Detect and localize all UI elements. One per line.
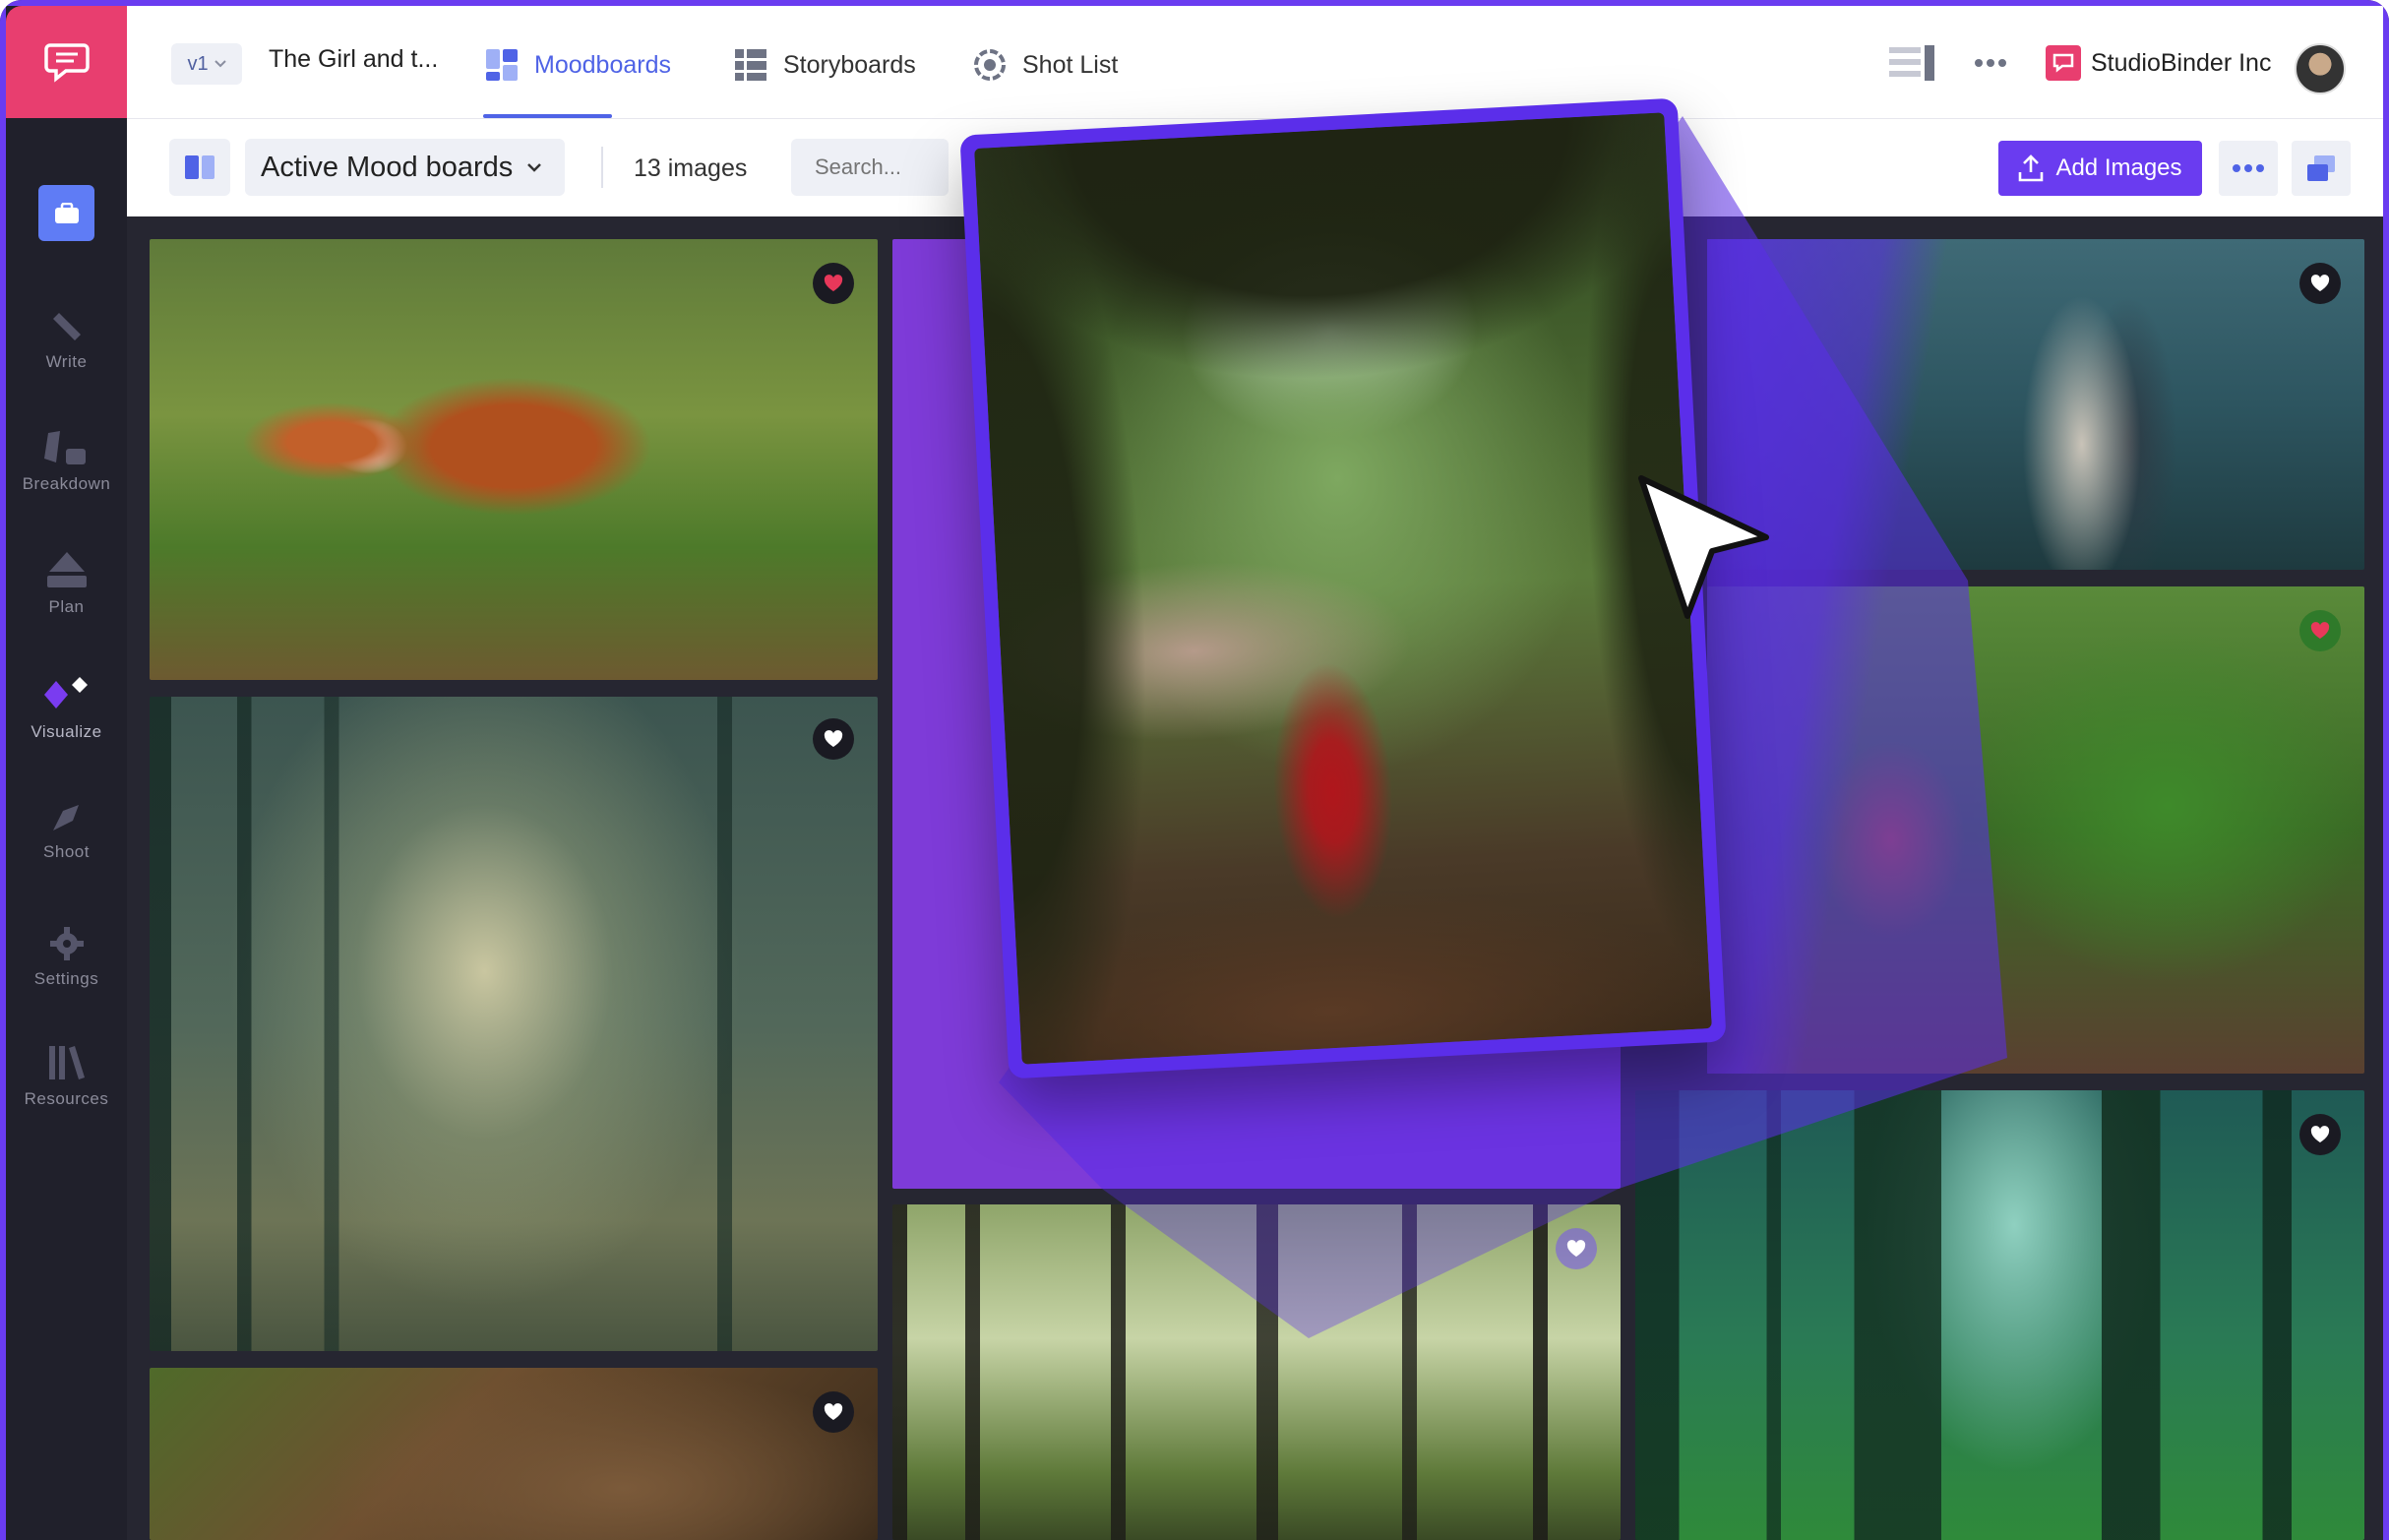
sidebar-item-label: Plan xyxy=(48,597,85,616)
heart-icon xyxy=(2310,622,2330,639)
toolbar-more-button[interactable] xyxy=(2219,141,2278,196)
shoot-icon xyxy=(52,805,79,831)
org-logo-icon xyxy=(2046,45,2081,81)
projects-button[interactable] xyxy=(38,185,94,241)
pen-icon xyxy=(52,313,81,340)
tab-moodboards[interactable]: Moodboards xyxy=(485,41,671,89)
sidebar-item-plan[interactable]: Plan xyxy=(6,552,127,650)
app-window: Write Breakdown Plan Visualize Shoot Set… xyxy=(0,0,2389,1540)
favorite-button[interactable] xyxy=(2299,1114,2341,1155)
plan-icon xyxy=(46,552,87,587)
favorite-button[interactable] xyxy=(813,1391,854,1433)
panel-toggle-button[interactable] xyxy=(1889,45,1936,86)
image-girl-in-red-cloak xyxy=(974,112,1712,1065)
sidebar-item-label: Resources xyxy=(24,1089,109,1108)
version-label: v1 xyxy=(187,52,209,75)
more-horizontal-icon xyxy=(2233,164,2264,172)
top-bar: v1 The Girl and t... Moodboards Storyboa… xyxy=(127,6,2383,119)
organization-switcher[interactable]: StudioBinder Inc xyxy=(2046,41,2271,85)
resources-icon xyxy=(48,1046,85,1079)
panel-layout-icon xyxy=(1889,45,1934,81)
heart-icon xyxy=(824,1403,843,1420)
gear-icon xyxy=(49,927,84,960)
sidebar-item-label: Shoot xyxy=(43,842,90,861)
sidebar-item-label: Write xyxy=(45,352,88,371)
version-select[interactable]: v1 xyxy=(171,43,242,85)
breakdown-icon xyxy=(43,431,86,464)
sidebar-item-label: Visualize xyxy=(31,722,102,741)
heart-icon xyxy=(824,730,843,747)
shot-list-icon xyxy=(974,49,1006,81)
image-count: 13 images xyxy=(634,154,748,182)
tab-label: Storyboards xyxy=(783,50,916,79)
moodboard-select-value: Active Mood boards xyxy=(261,151,514,183)
sidebar-item-settings[interactable]: Settings xyxy=(6,926,127,1024)
tree-frame xyxy=(974,112,1712,1065)
upload-icon xyxy=(2019,154,2044,182)
sidebar-item-label: Settings xyxy=(33,969,99,988)
favorite-button[interactable] xyxy=(1556,1228,1597,1269)
sidebar-item-write[interactable]: Write xyxy=(6,311,127,409)
tab-label: Moodboards xyxy=(534,50,671,79)
favorite-button[interactable] xyxy=(813,718,854,760)
sidebar-item-resources[interactable]: Resources xyxy=(6,1044,127,1142)
add-images-label: Add Images xyxy=(2055,154,2182,181)
favorite-button[interactable] xyxy=(2299,610,2341,651)
chevron-down-icon xyxy=(214,60,226,68)
storyboards-icon xyxy=(735,49,766,81)
active-tab-indicator xyxy=(483,114,612,118)
dragged-image-card[interactable] xyxy=(959,97,1727,1079)
studiobinder-logo[interactable] xyxy=(6,6,127,118)
tab-storyboards[interactable]: Storyboards xyxy=(734,41,916,89)
heart-icon xyxy=(1566,1240,1586,1257)
present-button[interactable] xyxy=(2292,141,2351,196)
more-horizontal-icon xyxy=(1975,59,2006,67)
image-forest-trees[interactable] xyxy=(892,1204,1621,1540)
present-icon xyxy=(2307,155,2335,181)
chevron-down-icon xyxy=(527,163,542,172)
project-title[interactable]: The Girl and t... xyxy=(269,45,438,74)
org-name: StudioBinder Inc xyxy=(2091,48,2272,77)
sidebar-toggle-button[interactable] xyxy=(169,139,230,196)
image-green-forest[interactable] xyxy=(1635,1090,2364,1540)
image-fox-in-grass[interactable] xyxy=(150,239,878,680)
sidebar-item-visualize[interactable]: Visualize xyxy=(6,675,127,773)
moodboard-select[interactable]: Active Mood boards xyxy=(245,139,565,196)
toolbar-divider xyxy=(601,147,603,188)
heart-icon xyxy=(2310,275,2330,291)
search-input[interactable] xyxy=(791,139,949,196)
tab-shot-list[interactable]: Shot List xyxy=(973,41,1118,89)
image-women-in-forest[interactable] xyxy=(1707,239,2364,570)
sidebar-item-breakdown[interactable]: Breakdown xyxy=(6,429,127,527)
mouse-cursor-icon xyxy=(1638,475,1769,619)
avatar[interactable] xyxy=(2295,43,2346,94)
chat-logo-icon xyxy=(43,43,90,83)
moodboards-icon xyxy=(486,49,518,81)
image-foggy-forest[interactable] xyxy=(150,697,878,1351)
more-options-button[interactable] xyxy=(1974,55,2007,73)
add-images-button[interactable]: Add Images xyxy=(1998,141,2202,196)
heart-icon xyxy=(824,275,843,291)
visualize-icon xyxy=(43,677,88,708)
split-view-icon xyxy=(185,155,214,179)
sidebar: Write Breakdown Plan Visualize Shoot Set… xyxy=(6,6,127,1540)
image-forest-floor[interactable] xyxy=(150,1368,878,1540)
favorite-button[interactable] xyxy=(813,263,854,304)
favorite-button[interactable] xyxy=(2299,263,2341,304)
image-fox-in-bushes[interactable] xyxy=(1707,586,2364,1074)
tab-label: Shot List xyxy=(1022,50,1119,79)
sidebar-item-label: Breakdown xyxy=(22,474,111,493)
heart-icon xyxy=(2310,1126,2330,1142)
sidebar-item-shoot[interactable]: Shoot xyxy=(6,803,127,901)
briefcase-icon xyxy=(54,202,79,223)
